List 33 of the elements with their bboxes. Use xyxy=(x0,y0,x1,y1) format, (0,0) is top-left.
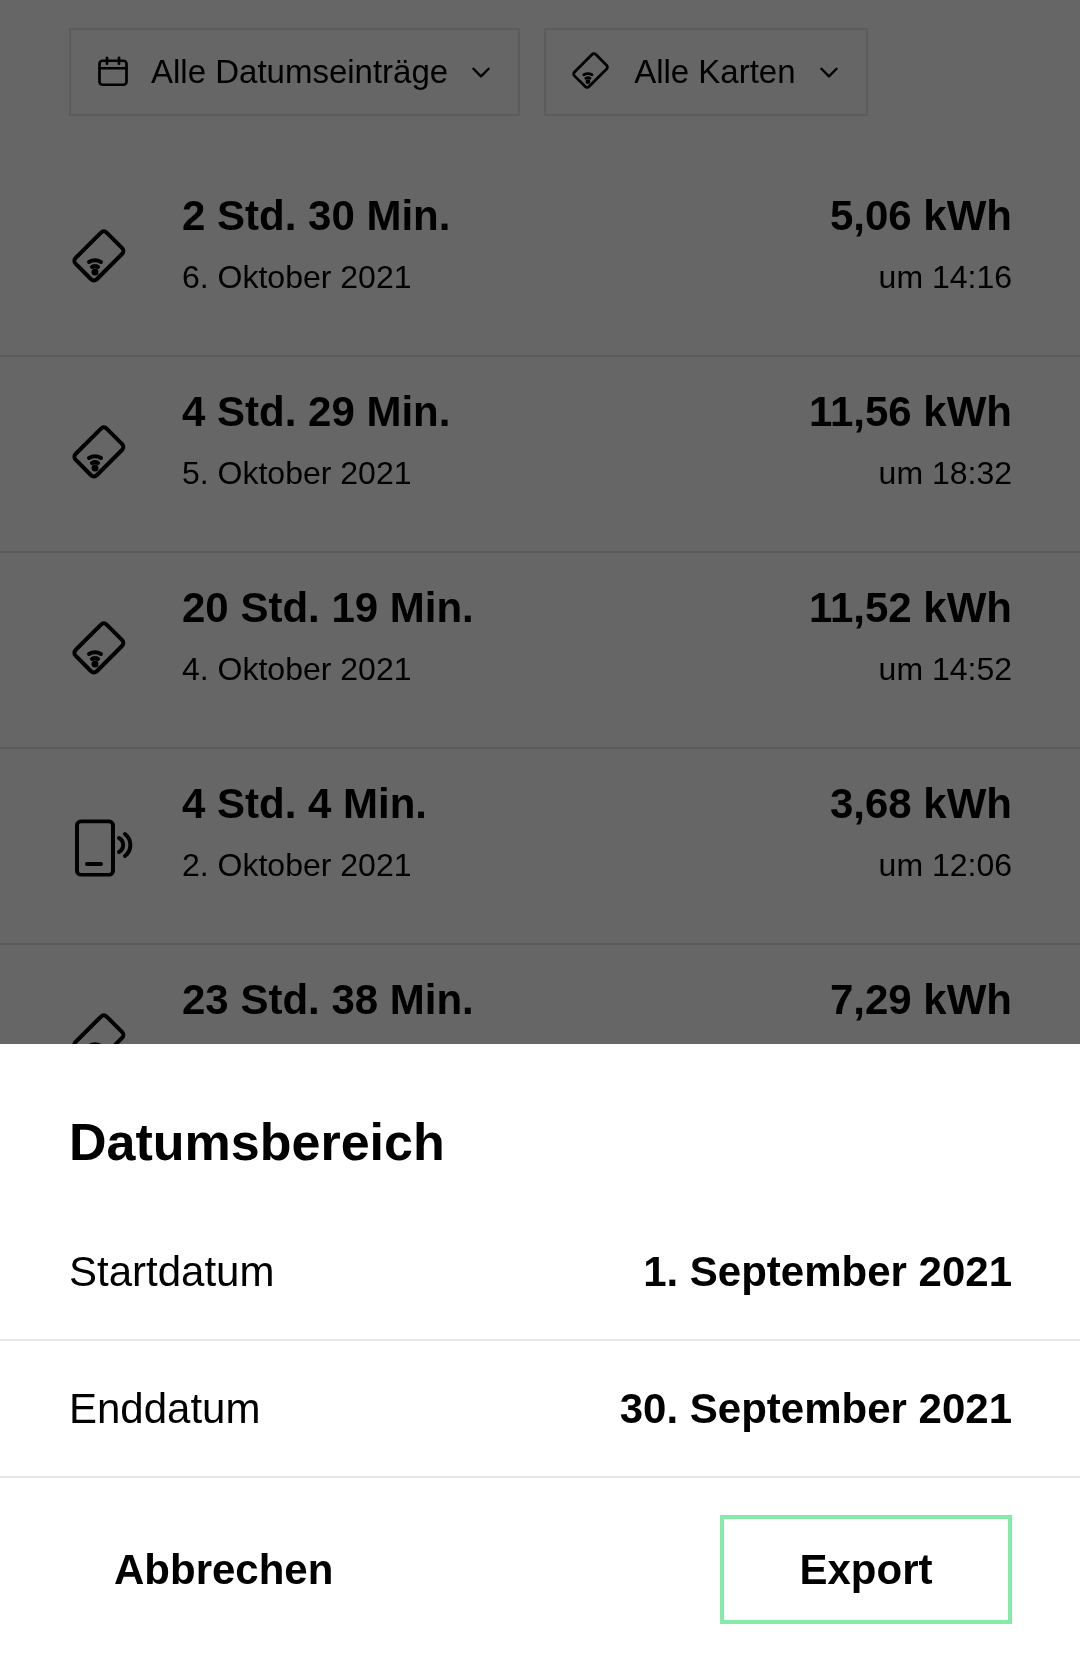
export-button[interactable]: Export xyxy=(720,1515,1012,1624)
date-label: Enddatum xyxy=(69,1384,261,1434)
energy-text: 11,56 kWh xyxy=(808,387,1012,437)
energy-text: 5,06 kWh xyxy=(829,191,1012,241)
duration-text: 23 Std. 38 Min. xyxy=(182,975,475,1025)
energy-text: 11,52 kWh xyxy=(808,583,1012,633)
session-row[interactable]: 4 Std. 29 Min. 5. Oktober 2021 11,56 kWh um 18:32 xyxy=(0,357,1080,553)
session-row[interactable]: 20 Std. 19 Min. 4. Oktober 2021 11,52 kWh um 14:52 xyxy=(0,553,1080,749)
duration-text: 20 Std. 19 Min. xyxy=(182,583,475,633)
date-row[interactable]: Startdatum 1. September 2021 xyxy=(0,1204,1080,1341)
date-value: 30. September 2021 xyxy=(619,1384,1012,1434)
time-text: um 14:52 xyxy=(878,650,1012,689)
date-text: 6. Oktober 2021 xyxy=(182,258,413,297)
energy-text: 7,29 kWh xyxy=(829,975,1012,1025)
duration-text: 2 Std. 30 Min. xyxy=(182,191,452,241)
date-label: Startdatum xyxy=(69,1247,275,1297)
filter-dropdown[interactable]: Alle Datumseinträge xyxy=(69,28,521,116)
session-row[interactable]: 2 Std. 30 Min. 6. Oktober 2021 5,06 kWh um 14:16 xyxy=(0,161,1080,357)
cancel-button[interactable]: Abbrechen xyxy=(96,1515,352,1624)
filter-dropdown[interactable]: Alle Karten xyxy=(544,28,868,116)
time-text: um 18:32 xyxy=(878,454,1012,493)
duration-text: 4 Std. 4 Min. xyxy=(182,779,429,829)
sheet-title: Datumsbereich xyxy=(69,1113,445,1171)
duration-text: 4 Std. 29 Min. xyxy=(182,387,452,437)
time-text: um 12:06 xyxy=(878,846,1012,885)
energy-text: 3,68 kWh xyxy=(829,779,1012,829)
session-row[interactable]: 4 Std. 4 Min. 2. Oktober 2021 3,68 kWh um 12:06 xyxy=(0,749,1080,945)
date-text: 4. Oktober 2021 xyxy=(182,650,413,689)
date-value: 1. September 2021 xyxy=(643,1247,1012,1297)
date-text: 5. Oktober 2021 xyxy=(182,454,413,493)
date-text: 2. Oktober 2021 xyxy=(182,846,413,885)
time-text: um 14:16 xyxy=(878,258,1012,297)
date-row[interactable]: Enddatum 30. September 2021 xyxy=(0,1341,1080,1478)
